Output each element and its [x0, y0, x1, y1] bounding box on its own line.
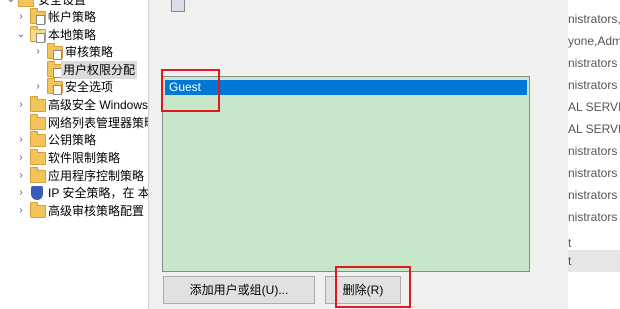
remove-button[interactable]: 删除(R) [325, 276, 401, 304]
chevron-right-icon[interactable]: › [16, 184, 26, 202]
folder-icon [30, 96, 46, 112]
list-item[interactable]: AL SERVICE [568, 96, 620, 118]
tree-item-audit-policy[interactable]: › 审核策略 [0, 43, 148, 61]
chevron-right-icon[interactable]: › [16, 149, 26, 167]
tree-item-software-restriction[interactable]: › 软件限制策略 [0, 149, 148, 167]
folder-icon [30, 167, 46, 183]
list-item[interactable]: nistrators [568, 74, 620, 96]
tree-item-public-key-policies[interactable]: › 公钥策略 [0, 131, 148, 149]
list-item[interactable]: nistrators [568, 184, 620, 206]
tree-item-application-control[interactable]: › 应用程序控制策略 [0, 167, 148, 185]
tree-item-label: 公钥策略 [48, 133, 97, 147]
chevron-right-icon[interactable]: › [16, 167, 26, 185]
chevron-right-icon[interactable]: › [16, 96, 26, 114]
list-item[interactable]: nistrators, [568, 8, 620, 30]
list-item[interactable]: yone,Admi [568, 30, 620, 52]
tree-item-user-rights-assignment[interactable]: 用户权限分配 [0, 61, 148, 79]
folder-open-icon [30, 26, 46, 43]
tree-item-local-policies[interactable]: ⌄ 本地策略 [0, 26, 148, 44]
chevron-down-icon[interactable]: ⌄ [16, 26, 26, 44]
properties-dialog: Guest 添加用户或组(U)... 删除(R) [148, 0, 569, 309]
chevron-right-icon[interactable]: › [16, 8, 26, 26]
list-item[interactable]: Guest [165, 80, 527, 95]
chevron-right-icon[interactable]: › [33, 43, 43, 61]
tree-item-label: 高级审核策略配置 [48, 204, 145, 218]
list-item[interactable]: AL SERVICE [568, 118, 620, 140]
tree-item-account-policies[interactable]: › 帐户策略 [0, 8, 148, 26]
list-item[interactable]: nistrators [568, 162, 620, 184]
tree-item-label: 本地策略 [48, 28, 97, 42]
folder-icon [30, 8, 46, 25]
tree-item-label: IP 安全策略，在 本地 [48, 186, 148, 200]
chevron-right-icon[interactable]: › [16, 202, 26, 220]
add-user-or-group-button[interactable]: 添加用户或组(U)... [163, 276, 315, 304]
tree-item-label: 用户权限分配 [61, 61, 138, 79]
tree-item-advanced-audit[interactable]: › 高级审核策略配置 [0, 202, 148, 220]
shield-folder-icon [18, 0, 34, 7]
tree-item-label: 帐户策略 [48, 10, 97, 24]
folder-icon [30, 114, 46, 130]
users-groups-list[interactable]: Guest [162, 76, 530, 272]
folder-icon [47, 43, 63, 60]
folder-icon [30, 149, 46, 165]
tree-item-ip-security[interactable]: › IP 安全策略，在 本地 [0, 184, 148, 202]
tree-item-label: 审核策略 [65, 45, 114, 59]
tree-item-label: 网络列表管理器策略 [48, 116, 148, 130]
chevron-right-icon[interactable]: › [33, 78, 43, 96]
tree-item-security-options[interactable]: › 安全选项 [0, 78, 148, 96]
list-item[interactable]: nistrators [568, 52, 620, 74]
folder-icon [47, 78, 63, 95]
policy-security-column: nistrators, yone,Admi nistrators nistrat… [568, 0, 620, 309]
shield-icon [31, 186, 43, 200]
tree-item-label: 软件限制策略 [48, 151, 121, 165]
chevron-right-icon[interactable]: › [16, 131, 26, 149]
tree-item-network-list-manager[interactable]: 网络列表管理器策略 [0, 114, 148, 132]
folder-icon [30, 202, 46, 218]
policy-tree: ⌄ 安全设置 › 帐户策略 ⌄ 本地策略 › 审核策略 用户权限分配 › 安全选… [0, 0, 148, 309]
folder-icon [30, 131, 46, 147]
list-item[interactable]: t [568, 250, 620, 272]
computer-icon [167, 0, 187, 14]
tree-item-label: 安全选项 [65, 80, 114, 94]
tree-item-label: 应用程序控制策略 [48, 169, 145, 183]
list-item-label: Guest [169, 80, 202, 94]
list-item[interactable]: nistrators [568, 140, 620, 162]
tree-item-label: 高级安全 Windows [48, 98, 148, 112]
list-item[interactable]: nistrators [568, 206, 620, 228]
tree-item-windows-firewall[interactable]: › 高级安全 Windows [0, 96, 148, 114]
